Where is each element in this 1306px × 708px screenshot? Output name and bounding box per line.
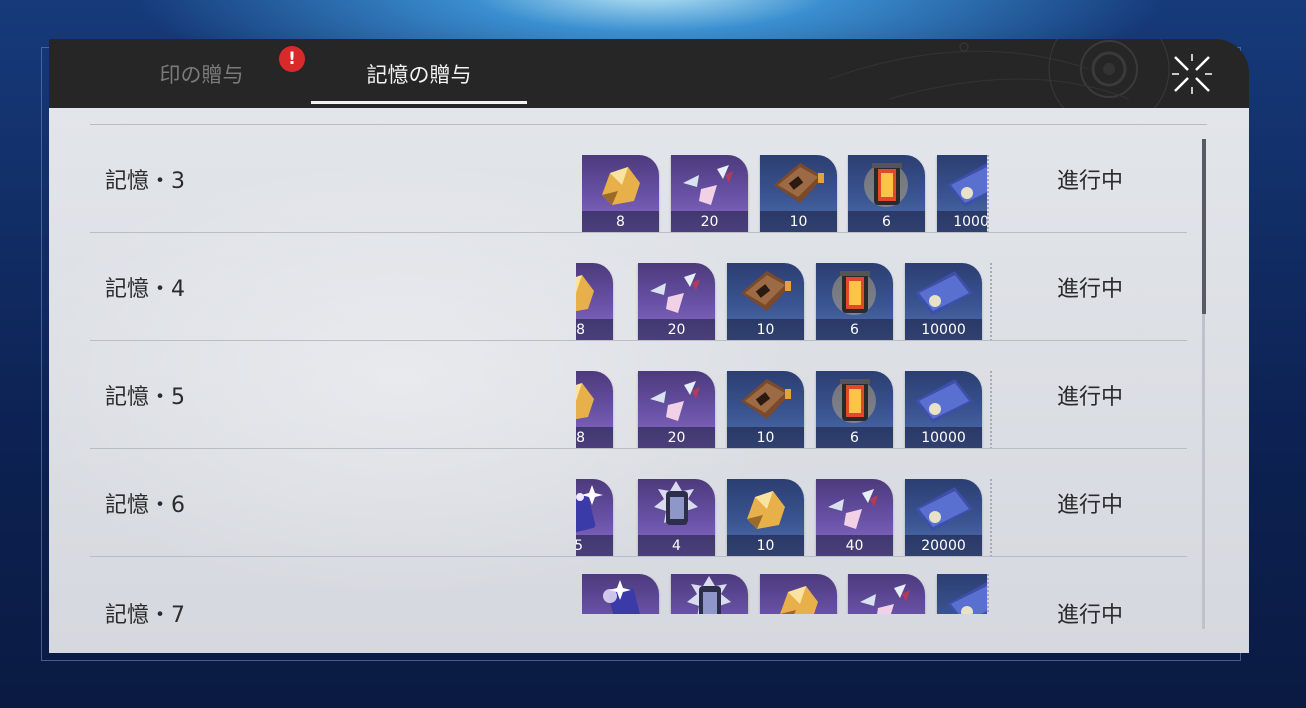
blue-card-icon bbox=[947, 582, 987, 614]
reward-count: 10 bbox=[760, 211, 837, 232]
reward-item[interactable]: 10 bbox=[727, 479, 804, 556]
divider bbox=[987, 155, 989, 233]
reward-item[interactable]: 6 bbox=[816, 263, 893, 340]
reward-count: 20 bbox=[638, 319, 715, 340]
reward-item[interactable]: 10000 bbox=[905, 371, 982, 448]
reward-count: 6 bbox=[816, 319, 893, 340]
reward-item[interactable] bbox=[848, 574, 925, 614]
reward-item[interactable]: 10000 bbox=[905, 263, 982, 340]
status-label: 進行中 bbox=[1057, 385, 1124, 410]
lantern-canister-icon bbox=[832, 271, 876, 315]
gold-ore-icon bbox=[576, 383, 594, 420]
active-tab-indicator bbox=[311, 101, 527, 104]
tab-seal-gift[interactable]: 印の贈与 bbox=[119, 39, 284, 108]
reward-count: 8 bbox=[582, 211, 659, 232]
reward-item[interactable]: 20 bbox=[671, 155, 748, 232]
crystal-shards-icon bbox=[860, 584, 910, 614]
tab-header: 印の贈与 ! 記憶の贈与 bbox=[49, 39, 1249, 108]
reward-list: 8 20 10 6 10 bbox=[90, 155, 990, 233]
reward-count: 6 bbox=[848, 211, 925, 232]
reward-item[interactable]: 10 bbox=[727, 371, 804, 448]
reward-count: 5 bbox=[576, 535, 613, 556]
gold-ore-icon bbox=[576, 275, 594, 312]
silver-canister-icon bbox=[687, 576, 731, 614]
crystal-shards-icon bbox=[650, 273, 700, 313]
reward-item[interactable]: 40 bbox=[816, 479, 893, 556]
crystal-shards-icon bbox=[683, 165, 733, 205]
reward-count: 10000 bbox=[937, 211, 987, 232]
reward-item[interactable] bbox=[671, 574, 748, 614]
reward-item[interactable]: 20000 bbox=[905, 479, 982, 556]
reward-item[interactable]: 10 bbox=[760, 155, 837, 232]
sparkle-card-icon bbox=[576, 485, 603, 533]
reward-item[interactable]: 4 bbox=[638, 479, 715, 556]
sparkle-card-icon bbox=[603, 580, 642, 614]
status-label: 進行中 bbox=[1057, 277, 1124, 302]
reward-count: 20 bbox=[671, 211, 748, 232]
reward-count: 4 bbox=[638, 535, 715, 556]
tab-memory-gift[interactable]: 記憶の贈与 bbox=[311, 39, 527, 108]
gold-ore-icon bbox=[780, 586, 818, 614]
reward-list: 5 4 10 40 20000 bbox=[90, 479, 992, 557]
alert-badge: ! bbox=[279, 46, 305, 72]
silver-canister-icon bbox=[654, 481, 698, 525]
reward-item[interactable]: 20 bbox=[638, 263, 715, 340]
reward-count: 10 bbox=[727, 319, 804, 340]
leather-book-icon bbox=[774, 163, 824, 203]
close-icon[interactable] bbox=[1169, 51, 1215, 97]
reward-count: 6 bbox=[816, 427, 893, 448]
reward-count: 10 bbox=[727, 535, 804, 556]
list-item: 記憶・4 8 20 10 6 10000 進行中 bbox=[90, 233, 1187, 341]
reward-list bbox=[90, 574, 990, 614]
list-item: 記憶・5 8 20 10 6 10000 進行中 bbox=[90, 341, 1187, 449]
lantern-canister-icon bbox=[832, 379, 876, 423]
reward-item[interactable] bbox=[760, 574, 837, 614]
reward-list: 8 20 10 6 10 bbox=[90, 263, 992, 341]
divider bbox=[990, 479, 992, 557]
gold-ore-icon bbox=[747, 491, 785, 529]
reward-count: 20 bbox=[638, 427, 715, 448]
blue-card-icon bbox=[915, 487, 973, 531]
leather-book-icon bbox=[741, 379, 791, 419]
reward-item[interactable]: 10 bbox=[727, 263, 804, 340]
scrollbar-thumb[interactable] bbox=[1202, 139, 1206, 314]
divider bbox=[990, 371, 992, 449]
reward-count: 10 bbox=[727, 427, 804, 448]
list-item: 記憶・3 8 20 10 6 1000 進行中 bbox=[90, 125, 1187, 233]
reward-item[interactable]: 6 bbox=[816, 371, 893, 448]
status-label: 進行中 bbox=[1057, 493, 1124, 518]
status-label: 進行中 bbox=[1057, 603, 1124, 628]
blue-card-icon bbox=[915, 379, 973, 423]
reward-count: 40 bbox=[816, 535, 893, 556]
blue-card-icon bbox=[947, 163, 987, 207]
reward-count: 8 bbox=[576, 427, 613, 448]
reward-item[interactable]: 10000 bbox=[937, 155, 987, 232]
divider bbox=[987, 574, 989, 614]
leather-book-icon bbox=[741, 271, 791, 311]
gold-ore-icon bbox=[602, 167, 640, 205]
list-item: 記憶・6 5 4 10 40 20000 進行中 bbox=[90, 449, 1187, 557]
reward-item[interactable]: 8 bbox=[576, 263, 613, 340]
reward-item[interactable]: 6 bbox=[848, 155, 925, 232]
reward-list: 8 20 10 6 10 bbox=[90, 371, 992, 449]
reward-count: 8 bbox=[576, 319, 613, 340]
lantern-canister-icon bbox=[864, 163, 908, 207]
divider bbox=[990, 263, 992, 341]
reward-item[interactable]: 20 bbox=[638, 371, 715, 448]
blue-card-icon bbox=[915, 271, 973, 315]
crystal-shards-icon bbox=[828, 489, 878, 529]
reward-item[interactable]: 5 bbox=[576, 479, 613, 556]
reward-count: 10000 bbox=[905, 427, 982, 448]
crystal-shards-icon bbox=[650, 381, 700, 421]
reward-count: 20000 bbox=[905, 535, 982, 556]
reward-item[interactable]: 8 bbox=[576, 371, 613, 448]
reward-item[interactable] bbox=[937, 574, 987, 614]
list-item: 記憶・7 進行中 bbox=[90, 557, 1187, 653]
memory-gift-list: 記憶・3 8 20 10 6 1000 進行中 記憶・4 8 20 10 6 1… bbox=[49, 108, 1249, 653]
reward-count: 10000 bbox=[905, 319, 982, 340]
reward-item[interactable]: 8 bbox=[582, 155, 659, 232]
status-label: 進行中 bbox=[1057, 169, 1124, 194]
gift-panel: 印の贈与 ! 記憶の贈与 記憶・3 8 20 10 6 1000 進行中 記憶・… bbox=[49, 39, 1249, 653]
reward-item[interactable] bbox=[582, 574, 659, 614]
